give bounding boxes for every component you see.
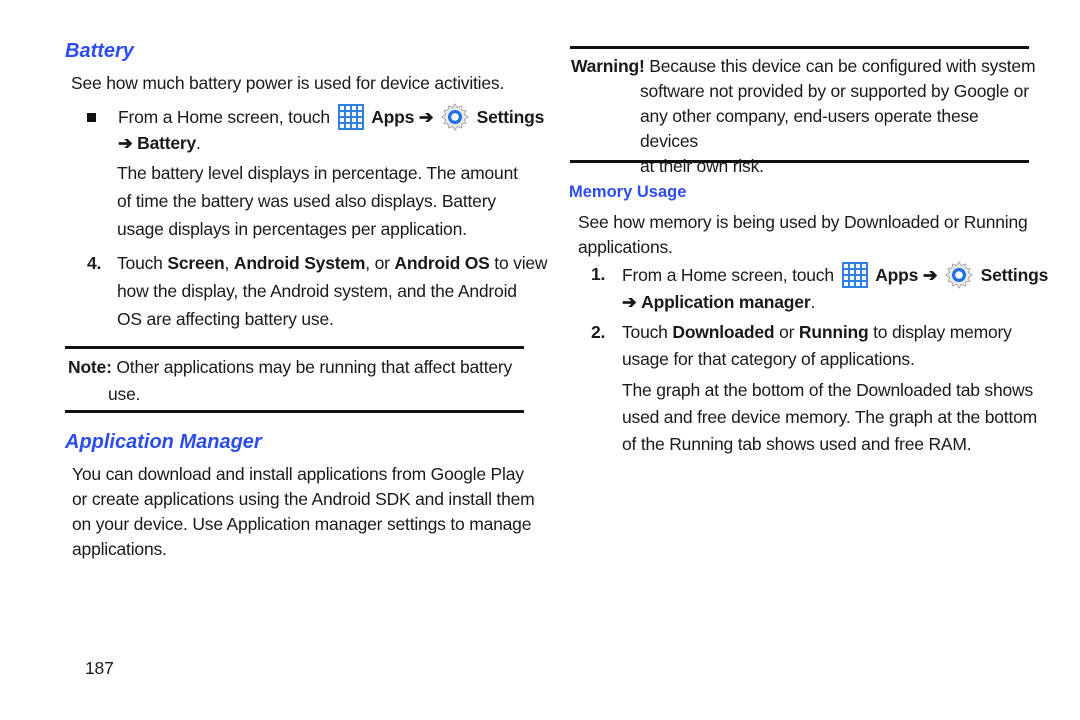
warning-line: any other company, end-users operate the…: [640, 106, 979, 151]
intro-line: applications.: [578, 237, 673, 257]
memory-intro: See how memory is being used by Download…: [578, 210, 1028, 260]
note-line2: use.: [108, 384, 141, 404]
warning-line: at their own risk.: [640, 156, 764, 176]
arrow-icon: ➔: [418, 107, 434, 127]
para-line: The graph at the bottom of the Downloade…: [622, 380, 1034, 400]
apps-icon: [841, 262, 868, 288]
memory-step-1-line2: ➔ Application manager.: [622, 289, 815, 316]
android-os-term: Android OS: [394, 253, 490, 273]
warning-label: Warning!: [571, 56, 645, 76]
apps-icon: [337, 104, 364, 130]
settings-gear-icon: [441, 103, 469, 131]
arrow-icon: ➔: [118, 133, 133, 153]
warning-bottom-rule: [570, 160, 1029, 163]
note-label: Note:: [68, 357, 112, 377]
step4-line3: OS are affecting battery use.: [117, 309, 334, 329]
application-manager-target: Application manager: [641, 292, 811, 312]
para-line: on your device. Use Application manager …: [72, 514, 532, 534]
t: or: [774, 322, 799, 342]
apps-label: Apps: [371, 107, 415, 127]
para-line: The battery level displays in percentage…: [117, 163, 518, 183]
para-line: You can download and install application…: [72, 464, 524, 484]
warning-line: software not provided by or supported by…: [640, 81, 1029, 101]
battery-paragraph: The battery level displays in percentage…: [117, 160, 518, 243]
step-text: From a Home screen, touch: [118, 107, 330, 127]
warning-line1: Warning! Because this device can be conf…: [571, 54, 1036, 79]
screen-term: Screen: [167, 253, 225, 273]
step-text: From a Home screen, touch: [622, 265, 834, 285]
page-number: 187: [85, 658, 114, 678]
para-line: usage displays in percentages per applic…: [117, 219, 467, 239]
para-line: applications.: [72, 539, 167, 559]
bullet-marker: [87, 113, 96, 122]
downloaded-term: Downloaded: [672, 322, 775, 342]
step-number: 2.: [591, 322, 606, 342]
memory-step-2: Touch Downloaded or Running to display m…: [622, 319, 1012, 373]
period: .: [196, 133, 201, 153]
para-line: of the Running tab shows used and free R…: [622, 434, 972, 454]
battery-step-line2: ➔ Battery.: [118, 130, 201, 157]
arrow-icon: ➔: [622, 292, 637, 312]
apps-label: Apps: [875, 265, 919, 285]
app-manager-heading: Application Manager: [65, 431, 262, 453]
memory-step-1: From a Home screen, touch Apps ➔ Setting…: [622, 261, 1048, 289]
t: to view: [489, 253, 548, 273]
note-line1: Note: Other applications may be running …: [68, 354, 518, 381]
battery-step-4: Touch Screen, Android System, or Android…: [117, 250, 548, 333]
battery-heading: Battery: [65, 40, 134, 62]
step2-line2: usage for that category of applications.: [622, 349, 915, 369]
memory-usage-heading: Memory Usage: [569, 183, 687, 201]
para-line: of time the battery was used also displa…: [117, 191, 496, 211]
step4-line2: how the display, the Android system, and…: [117, 281, 517, 301]
para-line: or create applications using the Android…: [72, 489, 535, 509]
battery-target: Battery: [137, 133, 197, 153]
para-line: used and free device memory. The graph a…: [622, 407, 1038, 427]
note-text: Other applications may be running that a…: [111, 357, 513, 377]
note-box: Note: Other applications may be running …: [68, 354, 518, 408]
warning-text: Because this device can be configured wi…: [644, 56, 1036, 76]
step4-line1: Touch Screen, Android System, or Android…: [117, 250, 548, 277]
memory-paragraph: The graph at the bottom of the Downloade…: [622, 377, 1037, 458]
step-number: 1.: [591, 264, 606, 284]
step-number: 4.: [87, 253, 102, 273]
t: Touch: [117, 253, 168, 273]
android-system-term: Android System: [233, 253, 366, 273]
settings-label: Settings: [476, 107, 545, 127]
t: to display memory: [868, 322, 1012, 342]
intro-line: See how memory is being used by Download…: [578, 212, 1028, 232]
period: .: [810, 292, 816, 312]
app-manager-paragraph: You can download and install application…: [72, 462, 535, 562]
battery-intro: See how much battery power is used for d…: [71, 73, 505, 93]
t: ,: [224, 253, 234, 273]
note-bottom-rule: [65, 410, 524, 413]
battery-step-bullet: From a Home screen, touch Apps ➔ Setting…: [118, 103, 544, 131]
running-term: Running: [798, 322, 869, 342]
settings-label: Settings: [980, 265, 1049, 285]
step2-line1: Touch Downloaded or Running to display m…: [622, 319, 1012, 346]
t: , or: [365, 253, 395, 273]
settings-gear-icon: [945, 261, 973, 289]
warning-top-rule: [570, 46, 1029, 49]
arrow-icon: ➔: [922, 265, 938, 285]
t: Touch: [622, 322, 673, 342]
note-top-rule: [65, 346, 524, 349]
